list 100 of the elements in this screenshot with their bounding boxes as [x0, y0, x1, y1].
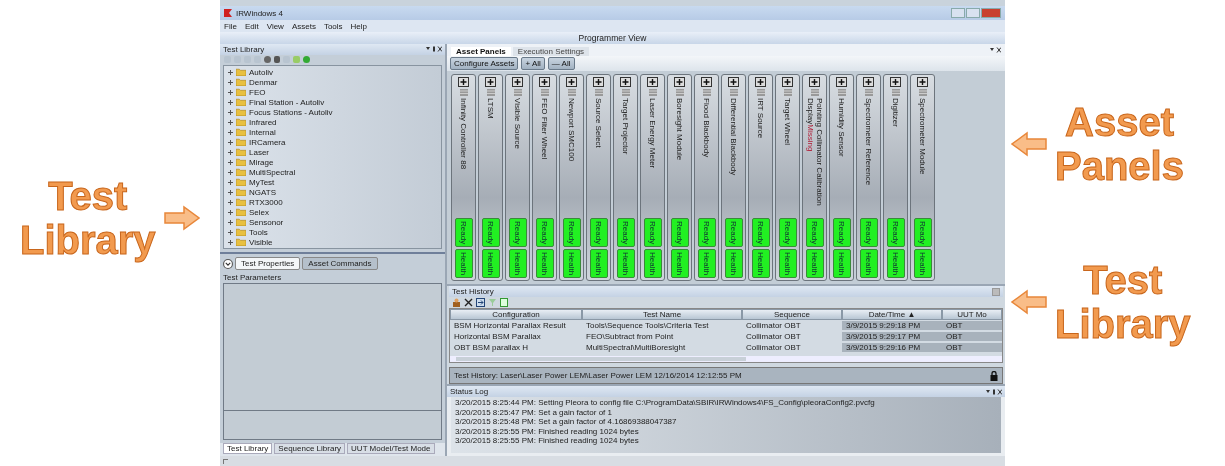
expand-icon[interactable] — [863, 77, 874, 87]
expand-icon[interactable] — [755, 77, 766, 87]
expand-icon[interactable] — [809, 77, 820, 87]
grip-icon[interactable] — [513, 89, 522, 96]
grip-icon[interactable] — [837, 89, 846, 96]
tree-item[interactable]: Infrared — [228, 117, 437, 127]
grip-icon[interactable] — [918, 89, 927, 96]
tree-item[interactable]: RTX3000 — [228, 197, 437, 207]
toolbar-button[interactable]: — All — [547, 57, 575, 70]
status-button[interactable]: Health — [481, 249, 500, 278]
status-button[interactable]: Ready — [913, 218, 932, 247]
tab[interactable]: Sequence Library — [274, 443, 346, 454]
status-button[interactable]: Ready — [832, 218, 851, 247]
status-button[interactable]: Ready — [751, 218, 770, 247]
tree-item[interactable]: Visible — [228, 237, 437, 247]
status-button[interactable]: Ready — [670, 218, 689, 247]
tree-item[interactable]: MultiSpectral — [228, 167, 437, 177]
grip-icon[interactable] — [864, 89, 873, 96]
expand-icon[interactable] — [593, 77, 604, 87]
status-button[interactable]: Health — [832, 249, 851, 278]
menu-item[interactable]: File — [224, 21, 237, 31]
status-button[interactable]: Health — [697, 249, 716, 278]
status-button[interactable]: Health — [886, 249, 905, 278]
expand-icon[interactable] — [485, 77, 496, 87]
menu-item[interactable]: Assets — [291, 21, 316, 31]
tree-item[interactable]: Denmar — [228, 77, 437, 87]
grip-icon[interactable] — [783, 89, 792, 96]
tree-item[interactable]: Tools — [228, 227, 437, 237]
tree-item[interactable]: Mirage — [228, 157, 437, 167]
status-button[interactable]: Health — [859, 249, 878, 278]
tree-item[interactable]: Autoliv — [228, 67, 437, 77]
status-button[interactable]: Health — [643, 249, 662, 278]
status-button[interactable]: Health — [508, 249, 527, 278]
expand-icon[interactable] — [512, 77, 523, 87]
grip-icon[interactable] — [702, 89, 711, 96]
status-button[interactable]: Health — [778, 249, 797, 278]
column-header[interactable]: Configuration — [450, 309, 582, 320]
status-button[interactable]: Ready — [805, 218, 824, 247]
status-button[interactable]: Ready — [859, 218, 878, 247]
tree-item[interactable]: MyTest — [228, 177, 437, 187]
tree-item[interactable]: IRCamera — [228, 137, 437, 147]
panel-controls-icon[interactable] — [426, 46, 442, 53]
tab[interactable]: Execution Settings — [512, 47, 590, 56]
column-header[interactable]: UUT Mo — [942, 309, 1002, 320]
tree-item[interactable]: Final Station - Autoliv — [228, 97, 437, 107]
resize-grip-icon[interactable] — [223, 458, 228, 464]
status-button[interactable]: Ready — [643, 218, 662, 247]
expand-icon[interactable] — [890, 77, 901, 87]
menu-item[interactable]: View — [266, 21, 284, 31]
status-button[interactable]: Health — [616, 249, 635, 278]
panel-controls-icon[interactable] — [986, 388, 1002, 395]
tree-item[interactable]: Selex — [228, 207, 437, 217]
toolbar-button[interactable]: Configure Assets — [450, 57, 519, 70]
tree-item[interactable]: FEO — [228, 87, 437, 97]
grip-icon[interactable] — [540, 89, 549, 96]
status-button[interactable]: Health — [913, 249, 932, 278]
tree-item[interactable]: NGATS — [228, 187, 437, 197]
status-button[interactable]: Health — [751, 249, 770, 278]
status-button[interactable]: Health — [805, 249, 824, 278]
tab[interactable]: Test Properties — [235, 257, 301, 270]
tab[interactable]: Asset Panels — [451, 47, 511, 56]
expand-icon[interactable] — [836, 77, 847, 87]
status-button[interactable]: Ready — [454, 218, 473, 247]
status-button[interactable]: Health — [535, 249, 554, 278]
status-button[interactable]: Health — [454, 249, 473, 278]
grip-icon[interactable] — [756, 89, 765, 96]
export-icon[interactable] — [476, 298, 485, 307]
status-button[interactable]: Ready — [616, 218, 635, 247]
tab[interactable]: UUT Model/Test Mode — [347, 443, 435, 454]
lock-icon[interactable] — [990, 370, 998, 381]
status-button[interactable]: Ready — [589, 218, 608, 247]
expand-icon[interactable] — [917, 77, 928, 87]
grip-icon[interactable] — [486, 89, 495, 96]
expand-icon[interactable] — [728, 77, 739, 87]
expand-icon[interactable] — [674, 77, 685, 87]
expand-icon[interactable] — [782, 77, 793, 87]
status-button[interactable]: Ready — [508, 218, 527, 247]
menu-item[interactable]: Help — [350, 21, 368, 31]
person-icon[interactable] — [452, 298, 461, 307]
grip-icon[interactable] — [675, 89, 684, 96]
grip-icon[interactable] — [810, 89, 819, 96]
tab[interactable]: Asset Commands — [302, 257, 378, 270]
grip-icon[interactable] — [729, 89, 738, 96]
tree-item[interactable]: Laser — [228, 147, 437, 157]
delete-icon[interactable] — [464, 298, 473, 307]
status-button[interactable]: Health — [562, 249, 581, 278]
status-button[interactable]: Ready — [778, 218, 797, 247]
status-button[interactable]: Health — [670, 249, 689, 278]
expand-icon[interactable] — [458, 77, 469, 87]
expand-icon[interactable] — [539, 77, 550, 87]
menu-item[interactable]: Tools — [323, 21, 343, 31]
menu-item[interactable]: Edit — [244, 21, 259, 31]
status-button[interactable]: Ready — [562, 218, 581, 247]
scrollbar[interactable] — [450, 356, 1002, 362]
document-icon[interactable] — [500, 298, 508, 307]
column-header[interactable]: Test Name — [582, 309, 742, 320]
grip-icon[interactable] — [594, 89, 603, 96]
tree-item[interactable]: Focus Stations - Autoliv — [228, 107, 437, 117]
grip-icon[interactable] — [648, 89, 657, 96]
status-button[interactable]: Ready — [724, 218, 743, 247]
